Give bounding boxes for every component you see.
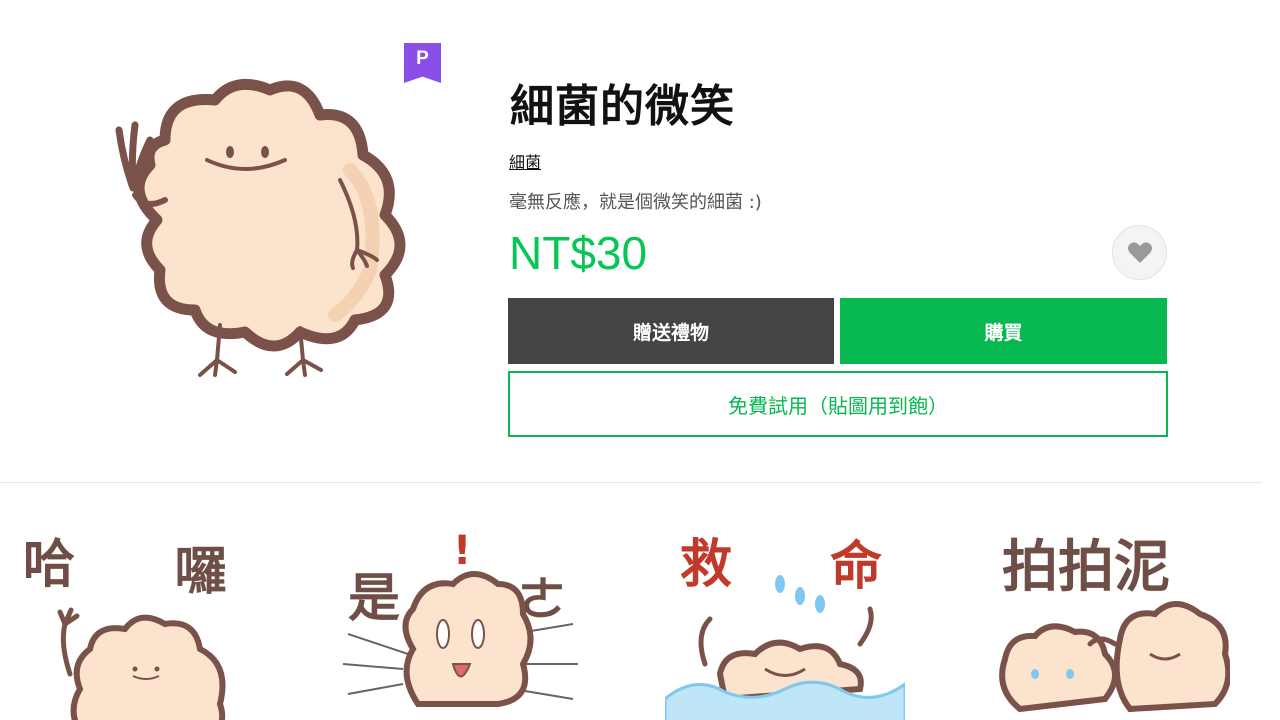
sticker-preview-grid: 哈 囉 是 ! ㄜ 救 命 拍拍泥 <box>0 484 1280 720</box>
author-link[interactable]: 細菌 <box>509 149 541 173</box>
sticker-caption-right: 囉 <box>175 542 227 602</box>
gift-button[interactable]: 贈送禮物 <box>508 298 834 364</box>
section-divider <box>0 482 1262 483</box>
sticker-caption: 拍拍泥 <box>1002 535 1170 600</box>
favorite-button[interactable] <box>1112 225 1167 280</box>
sticker-preview-2[interactable]: 是 ! ㄜ <box>338 524 578 720</box>
sticker-caption-right: 命 <box>830 537 882 597</box>
sticker-caption-left: 哈 <box>23 535 75 595</box>
sticker-caption-left: 救 <box>680 535 732 595</box>
main-sticker-image <box>95 70 435 390</box>
buy-button[interactable]: 購買 <box>840 298 1167 364</box>
sticker-preview-4[interactable]: 拍拍泥 <box>990 524 1230 720</box>
product-header: P 細菌的微笑 細菌 毫無反應，就是個微笑的細菌 :) NT$30 贈送禮物 購… <box>0 0 1280 480</box>
heart-icon <box>1127 241 1152 263</box>
exclaim-mark: ! <box>453 528 471 574</box>
sticker-caption-left: 是 <box>348 569 400 629</box>
product-price: NT$30 <box>509 227 648 279</box>
sticker-preview-1[interactable]: 哈 囉 <box>15 524 255 720</box>
free-trial-button[interactable]: 免費試用（貼圖用到飽） <box>508 371 1168 437</box>
product-description: 毫無反應，就是個微笑的細菌 :) <box>509 192 762 213</box>
product-title: 細菌的微笑 <box>510 81 735 132</box>
sticker-preview-3[interactable]: 救 命 <box>665 524 905 720</box>
